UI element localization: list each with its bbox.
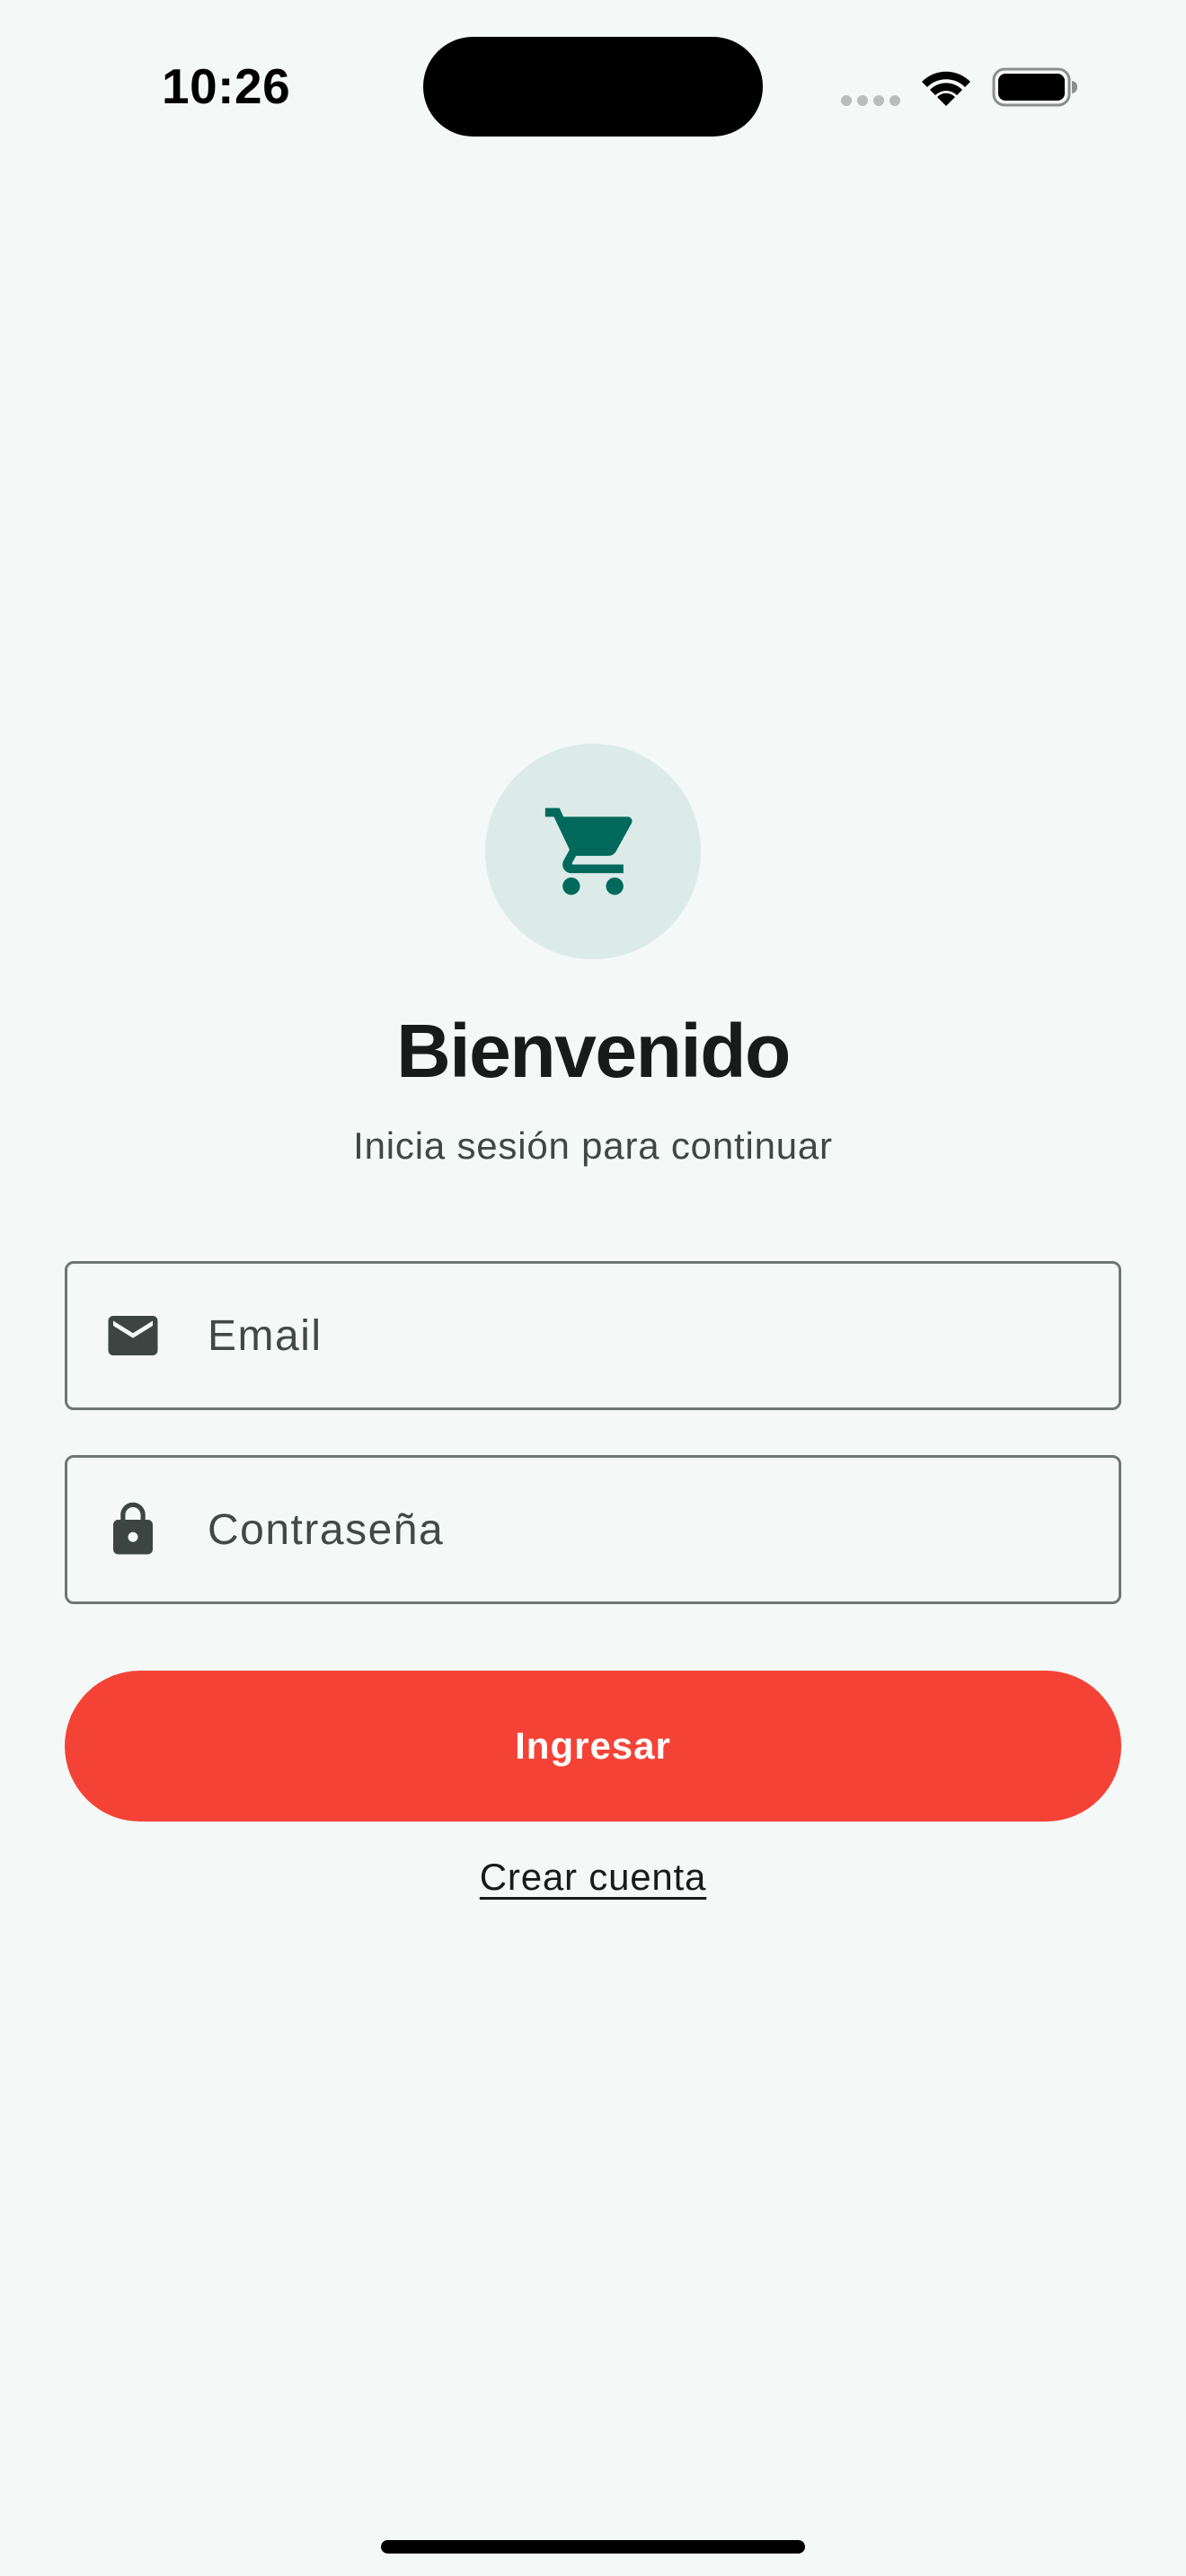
lock-icon [113, 1502, 153, 1555]
cellular-signal-icon [841, 95, 900, 106]
create-account-link[interactable]: Crear cuenta [480, 1856, 706, 1898]
password-input[interactable] [208, 1458, 1092, 1601]
password-field[interactable] [65, 1455, 1121, 1604]
app-logo [485, 744, 701, 959]
email-input[interactable] [208, 1264, 1092, 1407]
shopping-cart-icon [544, 807, 633, 895]
wifi-icon [922, 71, 970, 106]
login-button[interactable]: Ingresar [65, 1671, 1121, 1822]
envelope-icon [108, 1316, 158, 1355]
dynamic-island [423, 37, 763, 137]
create-account-container: Crear cuenta [0, 1856, 1186, 1899]
battery-icon [992, 67, 1077, 107]
home-indicator[interactable] [381, 2540, 805, 2554]
page-subtitle: Inicia sesión para continuar [353, 1125, 833, 1167]
status-time: 10:26 [162, 58, 291, 114]
email-field[interactable] [65, 1261, 1121, 1410]
page-title: Bienvenido [396, 1009, 791, 1093]
